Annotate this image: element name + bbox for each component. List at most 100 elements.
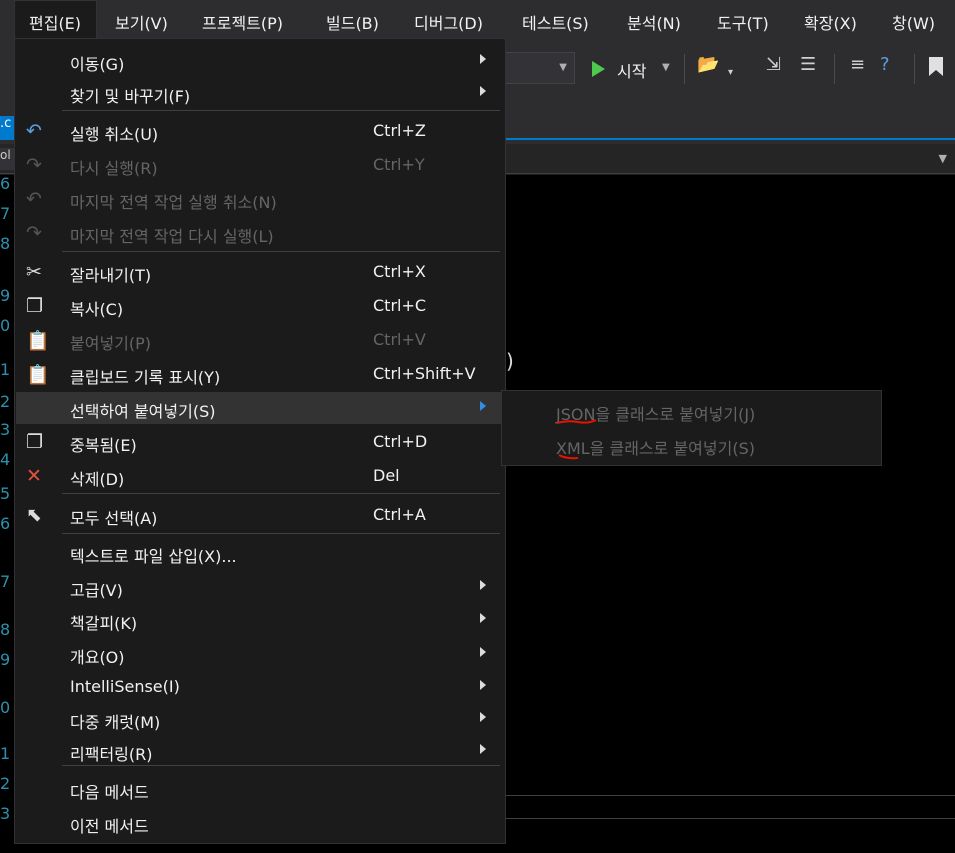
global-redo-icon: ↷	[26, 222, 42, 244]
line-number: 3	[0, 804, 10, 823]
annotation-underline	[558, 454, 579, 460]
indent-icon[interactable]: ≡	[850, 56, 865, 74]
menu-test[interactable]: 테스트(S)	[522, 10, 589, 34]
menu-tools[interactable]: 도구(T)	[717, 10, 769, 34]
editor-divider	[506, 795, 955, 796]
copy-icon: ❐	[26, 295, 44, 317]
menu-project[interactable]: 프로젝트(P)	[202, 10, 283, 34]
line-number: 6	[0, 514, 10, 533]
edit-menu-item[interactable]: 텍스트로 파일 삽입(X)...	[16, 537, 504, 569]
find-in-files-icon[interactable]: 📂	[697, 56, 719, 74]
edit-menu-item-label: 실행 취소(U)	[70, 125, 159, 144]
edit-menu-item[interactable]: ↶ 실행 취소(U) Ctrl+Z	[16, 115, 504, 147]
paste-xml-as-classes-item[interactable]: XML을 클래스로 붙여넣기(S)	[556, 435, 755, 459]
submenu-arrow-icon	[480, 401, 486, 411]
undo-icon: ↶	[26, 120, 42, 142]
step-into-icon[interactable]: ⇲	[766, 56, 781, 74]
edit-menu-item[interactable]: 이동(G)	[16, 45, 504, 77]
edit-menu-item-label: 다음 메서드	[70, 783, 149, 802]
edit-menu-item[interactable]: 찾기 및 바꾸기(F)	[16, 77, 504, 109]
edit-menu-item[interactable]: 리팩터링(R)	[16, 735, 504, 767]
edit-menu-item[interactable]: ❐ 복사(C) Ctrl+C	[16, 290, 504, 322]
edit-menu-item[interactable]: 📋 클립보드 기록 표시(Y) Ctrl+Shift+V	[16, 358, 504, 390]
shortcut-label: Ctrl+Y	[373, 155, 425, 174]
edit-menu-item-label: 모두 선택(A)	[70, 509, 158, 528]
line-number: 7	[0, 204, 10, 223]
edit-menu-item[interactable]: 고급(V)	[16, 571, 504, 603]
paste-icon: 📋	[26, 330, 50, 352]
navigation-dropdown-label: ol	[0, 148, 11, 162]
submenu-arrow-icon	[480, 613, 486, 623]
submenu-arrow-icon	[480, 647, 486, 657]
menu-view[interactable]: 보기(V)	[115, 10, 168, 34]
line-number: 7	[0, 572, 10, 591]
edit-menu-item-label: 선택하여 붙여넣기(S)	[70, 402, 216, 421]
edit-menu-item: ↷ 마지막 전역 작업 다시 실행(L)	[16, 217, 504, 249]
menu-window[interactable]: 창(W)	[892, 10, 935, 34]
menu-build[interactable]: 빌드(B)	[326, 10, 379, 34]
start-icon[interactable]	[590, 60, 606, 78]
shortcut-label: Ctrl+Shift+V	[373, 364, 476, 383]
edit-menu-item-label: 이전 메서드	[70, 817, 149, 836]
navigation-dropdown[interactable]: ol	[0, 148, 14, 170]
edit-menu-item[interactable]: 다중 캐럿(M)	[16, 703, 504, 735]
menu-separator	[62, 533, 500, 534]
line-number: 1	[0, 360, 10, 379]
line-number: 4	[0, 450, 10, 469]
edit-menu-item[interactable]: ✂ 잘라내기(T) Ctrl+X	[16, 256, 504, 288]
start-dropdown-icon[interactable]: ▼	[662, 62, 670, 73]
edit-menu-item-label: 찾기 및 바꾸기(F)	[70, 87, 191, 106]
shortcut-label: Ctrl+A	[373, 505, 426, 524]
edit-menu-item[interactable]: 다음 메서드	[16, 773, 504, 805]
edit-menu-item[interactable]: 개요(O)	[16, 638, 504, 670]
line-number: 8	[0, 620, 10, 639]
edit-menu-item-label: 개요(O)	[70, 648, 125, 667]
submenu-arrow-icon	[480, 680, 486, 690]
menu-extensions[interactable]: 확장(X)	[804, 10, 857, 34]
edit-menu-item[interactable]: ⬉ 모두 선택(A) Ctrl+A	[16, 499, 504, 531]
annotation-underline	[556, 419, 597, 424]
toolbar-separator	[684, 54, 685, 84]
edit-menu-item[interactable]: IntelliSense(I)	[16, 671, 504, 703]
edit-menu-item[interactable]: ❐ 중복됨(E) Ctrl+D	[16, 426, 504, 458]
global-undo-icon: ↶	[26, 188, 42, 210]
delete-icon: ✕	[26, 465, 42, 487]
chevron-down-icon[interactable]: ▼	[939, 152, 947, 165]
line-number: 1	[0, 744, 10, 763]
solution-config-dropdown[interactable]: ▼	[505, 52, 575, 84]
start-button-label[interactable]: 시작	[617, 58, 646, 82]
submenu-arrow-icon	[480, 744, 486, 754]
edit-menu-item-label: 마지막 전역 작업 실행 취소(N)	[70, 193, 277, 212]
shortcut-label: Ctrl+V	[373, 330, 426, 349]
document-tab-label: .c	[0, 116, 12, 131]
line-number: 2	[0, 774, 10, 793]
comment-icon[interactable]: ☰	[800, 56, 816, 74]
shortcut-label: Ctrl+D	[373, 432, 428, 451]
quick-info-icon[interactable]: ?	[880, 56, 890, 74]
menu-separator	[62, 493, 500, 494]
line-number: 3	[0, 420, 10, 439]
menu-separator	[62, 251, 500, 252]
edit-menu-item[interactable]: ✕ 삭제(D) Del	[16, 460, 504, 492]
select-all-icon: ⬉	[26, 504, 42, 526]
submenu-arrow-icon	[480, 580, 486, 590]
overflow-icon[interactable]: ▾	[728, 68, 733, 78]
edit-menu-item[interactable]: 선택하여 붙여넣기(S)	[16, 392, 504, 424]
line-number: 0	[0, 316, 10, 335]
edit-menu-item[interactable]: 책갈피(K)	[16, 604, 504, 636]
document-tab[interactable]: .c	[0, 116, 14, 138]
bookmark-icon[interactable]	[927, 56, 945, 78]
code-text: )	[506, 349, 514, 373]
shortcut-label: Ctrl+Z	[373, 121, 426, 140]
chevron-down-icon: ▼	[559, 62, 567, 73]
shortcut-label: Ctrl+X	[373, 262, 426, 281]
edit-menu-item[interactable]: 이전 메서드	[16, 807, 504, 839]
menu-edit[interactable]: 편집(E)	[29, 10, 81, 34]
edit-menu-item-label: 잘라내기(T)	[70, 266, 152, 285]
submenu-arrow-icon	[480, 54, 486, 64]
menu-analyze[interactable]: 분석(N)	[627, 10, 681, 34]
paste-special-submenu: JSON을 클래스로 붙여넣기(J) XML을 클래스로 붙여넣기(S)	[501, 390, 882, 466]
cut-icon: ✂	[26, 261, 42, 283]
menu-debug[interactable]: 디버그(D)	[414, 10, 483, 34]
menu-separator	[62, 765, 500, 766]
